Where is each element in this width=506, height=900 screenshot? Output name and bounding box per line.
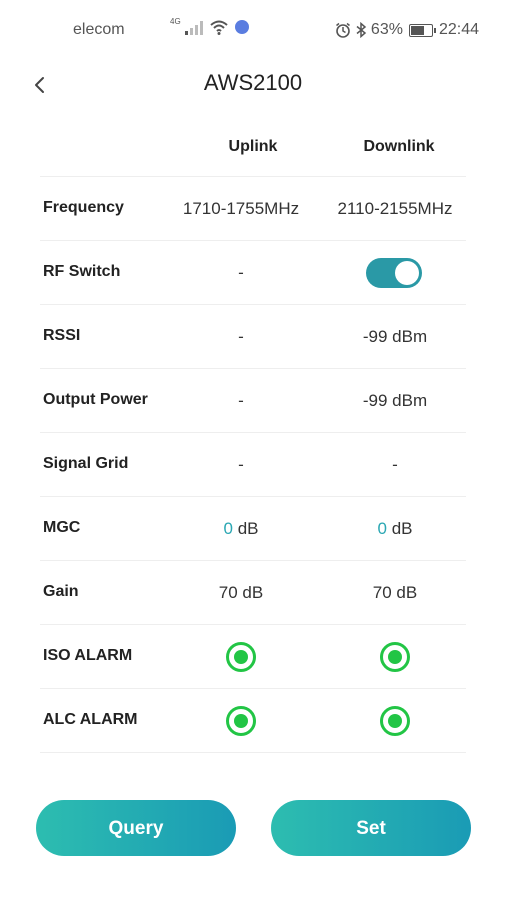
downlink-signal-grid: - (392, 455, 398, 474)
row-label: ALC ALARM (43, 711, 138, 728)
mgc-unit: dB (391, 519, 413, 538)
uplink-rssi: - (238, 327, 244, 346)
row-label: RSSI (43, 327, 81, 344)
page-title: AWS2100 (203, 70, 303, 95)
app-notification-icon (234, 20, 249, 34)
wifi-icon (210, 20, 228, 35)
row-mgc: MGC 0 dB 0 dB (40, 497, 466, 561)
set-button[interactable]: Set (271, 800, 471, 856)
uplink-column-header: Uplink (228, 138, 278, 155)
battery-icon (408, 23, 436, 37)
row-label: MGC (43, 519, 81, 536)
header: AWS2100 (0, 62, 506, 108)
status-bar: elecom 4G 63% 22:44 (0, 0, 506, 60)
table-header-row: Uplink Downlink (40, 118, 466, 177)
bluetooth-icon (356, 22, 367, 38)
row-gain: Gain 70 dB 70 dB (40, 561, 466, 625)
uplink-output-power: - (238, 391, 244, 410)
downlink-column-header: Downlink (363, 138, 435, 155)
status-icons-left: 4G (170, 16, 249, 35)
downlink-iso-alarm-indicator-icon (380, 642, 410, 672)
row-label: Signal Grid (43, 455, 129, 472)
row-label: Gain (43, 583, 79, 600)
downlink-mgc-field[interactable]: 0 dB (378, 519, 413, 539)
uplink-rf-switch: - (238, 263, 244, 282)
carrier-name: elecom (73, 21, 125, 38)
uplink-iso-alarm-indicator-icon (226, 642, 256, 672)
row-label: RF Switch (43, 263, 121, 280)
toggle-knob (395, 261, 419, 285)
signal-strength-icon (184, 19, 203, 35)
row-iso-alarm: ISO ALARM (40, 625, 466, 689)
downlink-gain: 70 dB (372, 583, 418, 602)
uplink-frequency: 1710-1755MHz (182, 199, 300, 218)
parameter-table: Uplink Downlink Frequency 1710-1755MHz 2… (40, 118, 466, 753)
downlink-output-power: -99 dBm (362, 391, 428, 410)
downlink-rf-switch-toggle[interactable] (366, 258, 422, 288)
uplink-gain: 70 dB (218, 583, 264, 602)
uplink-signal-grid: - (238, 455, 244, 474)
clock-time: 22:44 (438, 21, 479, 38)
downlink-frequency: 2110-2155MHz (337, 199, 453, 218)
mgc-unit: dB (237, 519, 259, 538)
row-output-power: Output Power - -99 dBm (40, 369, 466, 433)
row-label: Frequency (43, 199, 124, 216)
downlink-alc-alarm-indicator-icon (380, 706, 410, 736)
downlink-mgc-value: 0 (377, 519, 387, 538)
status-icons-right: 63% 22:44 (335, 21, 479, 39)
query-button[interactable]: Query (36, 800, 236, 856)
row-label: ISO ALARM (43, 647, 133, 664)
uplink-alc-alarm-indicator-icon (226, 706, 256, 736)
alarm-clock-icon (335, 22, 350, 38)
uplink-mgc-value: 0 (223, 519, 233, 538)
uplink-mgc-field[interactable]: 0 dB (224, 519, 259, 539)
row-alc-alarm: ALC ALARM (40, 689, 466, 753)
row-label: Output Power (43, 391, 148, 408)
row-rf-switch: RF Switch - (40, 241, 466, 305)
row-rssi: RSSI - -99 dBm (40, 305, 466, 369)
row-frequency: Frequency 1710-1755MHz 2110-2155MHz (40, 177, 466, 241)
row-signal-grid: Signal Grid - - (40, 433, 466, 497)
network-type-label: 4G (170, 16, 181, 26)
downlink-rssi: -99 dBm (362, 327, 428, 346)
battery-percent: 63% (370, 21, 403, 38)
